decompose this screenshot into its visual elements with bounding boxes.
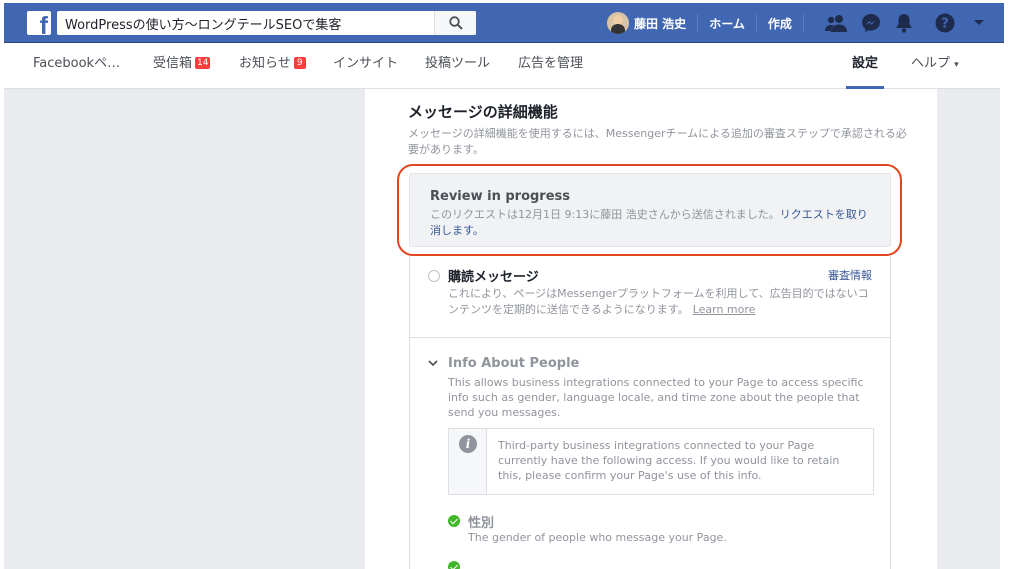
info-about-people-title[interactable]: Info About People	[448, 356, 579, 371]
check-icon	[448, 561, 460, 569]
search-icon	[448, 16, 463, 30]
divider	[755, 14, 757, 32]
home-link[interactable]: ホーム	[709, 15, 745, 32]
third-party-notice-text: Third-party business integrations connec…	[498, 439, 840, 482]
section-description: メッセージの詳細機能を使用するには、Messengerチームによる追加の審査ステ…	[408, 127, 907, 156]
tab-insights[interactable]: インサイト	[333, 44, 398, 89]
gender-permission-description: The gender of people who message your Pa…	[468, 531, 727, 544]
check-icon	[448, 515, 460, 527]
third-party-notice: i Third-party business integrations conn…	[448, 428, 874, 495]
tab-page[interactable]: Facebookペ…	[33, 44, 120, 89]
left-background	[4, 89, 365, 569]
tab-publishing-tools[interactable]: 投稿ツール	[425, 44, 490, 89]
divider	[802, 14, 804, 32]
right-background	[937, 89, 1000, 569]
tab-settings[interactable]: 設定	[846, 44, 885, 89]
inbox-count-badge: 14	[195, 57, 211, 69]
messenger-icon[interactable]	[861, 13, 881, 33]
top-navigation-bar: f 藤田 浩史 ホーム 作成	[4, 3, 1004, 43]
info-about-people-description: This allows business integrations connec…	[448, 376, 864, 419]
divider	[410, 337, 890, 338]
notice-icon-column: i	[449, 429, 487, 494]
learn-more-link[interactable]: Learn more	[693, 303, 756, 316]
section-title: メッセージの詳細機能	[408, 103, 558, 121]
review-info-link[interactable]: 審査情報	[828, 267, 872, 283]
window-edge	[1004, 0, 1024, 569]
search-input[interactable]	[57, 11, 432, 35]
tab-help[interactable]: ヘルプ ▾	[911, 44, 959, 89]
highlight-annotation	[397, 164, 902, 256]
create-link[interactable]: 作成	[768, 15, 792, 32]
notifications-count-badge: 9	[293, 57, 306, 69]
tab-inbox[interactable]: 受信箱 14	[153, 44, 211, 89]
avatar[interactable]	[607, 12, 629, 34]
friend-requests-icon[interactable]	[824, 14, 847, 32]
search-button[interactable]	[434, 11, 476, 35]
account-menu-chevron-icon[interactable]	[973, 19, 985, 27]
tab-ad-center[interactable]: 広告を管理	[518, 44, 583, 89]
gender-permission-title: 性別	[468, 516, 495, 531]
subscription-messaging-radio[interactable]	[428, 270, 440, 282]
search-box	[57, 11, 476, 35]
top-nav-links: 藤田 浩史 ホーム 作成 ?	[607, 3, 985, 43]
nav-icons: ?	[824, 13, 985, 33]
subscription-messaging-description: これにより、ページはMessengerプラットフォームを利用して、広告目的ではな…	[448, 287, 869, 316]
page-navigation-bar: Facebookペ… 受信箱 14 お知らせ 9 インサイト 投稿ツール 広告を管理…	[4, 44, 1000, 89]
divider	[697, 14, 699, 32]
subscription-messaging-title: 購読メッセージ	[448, 270, 539, 285]
notifications-bell-icon[interactable]	[895, 13, 913, 33]
help-icon[interactable]: ?	[935, 13, 955, 33]
chevron-down-icon[interactable]	[428, 360, 438, 367]
facebook-logo-icon[interactable]: f	[27, 11, 51, 35]
svg-text:?: ?	[941, 17, 949, 32]
info-icon: i	[459, 435, 477, 453]
profile-link[interactable]: 藤田 浩史	[634, 15, 686, 32]
advanced-features-list: 購読メッセージ 審査情報 これにより、ページはMessengerプラットフォーム…	[409, 256, 891, 569]
tab-notifications[interactable]: お知らせ 9	[239, 44, 306, 89]
